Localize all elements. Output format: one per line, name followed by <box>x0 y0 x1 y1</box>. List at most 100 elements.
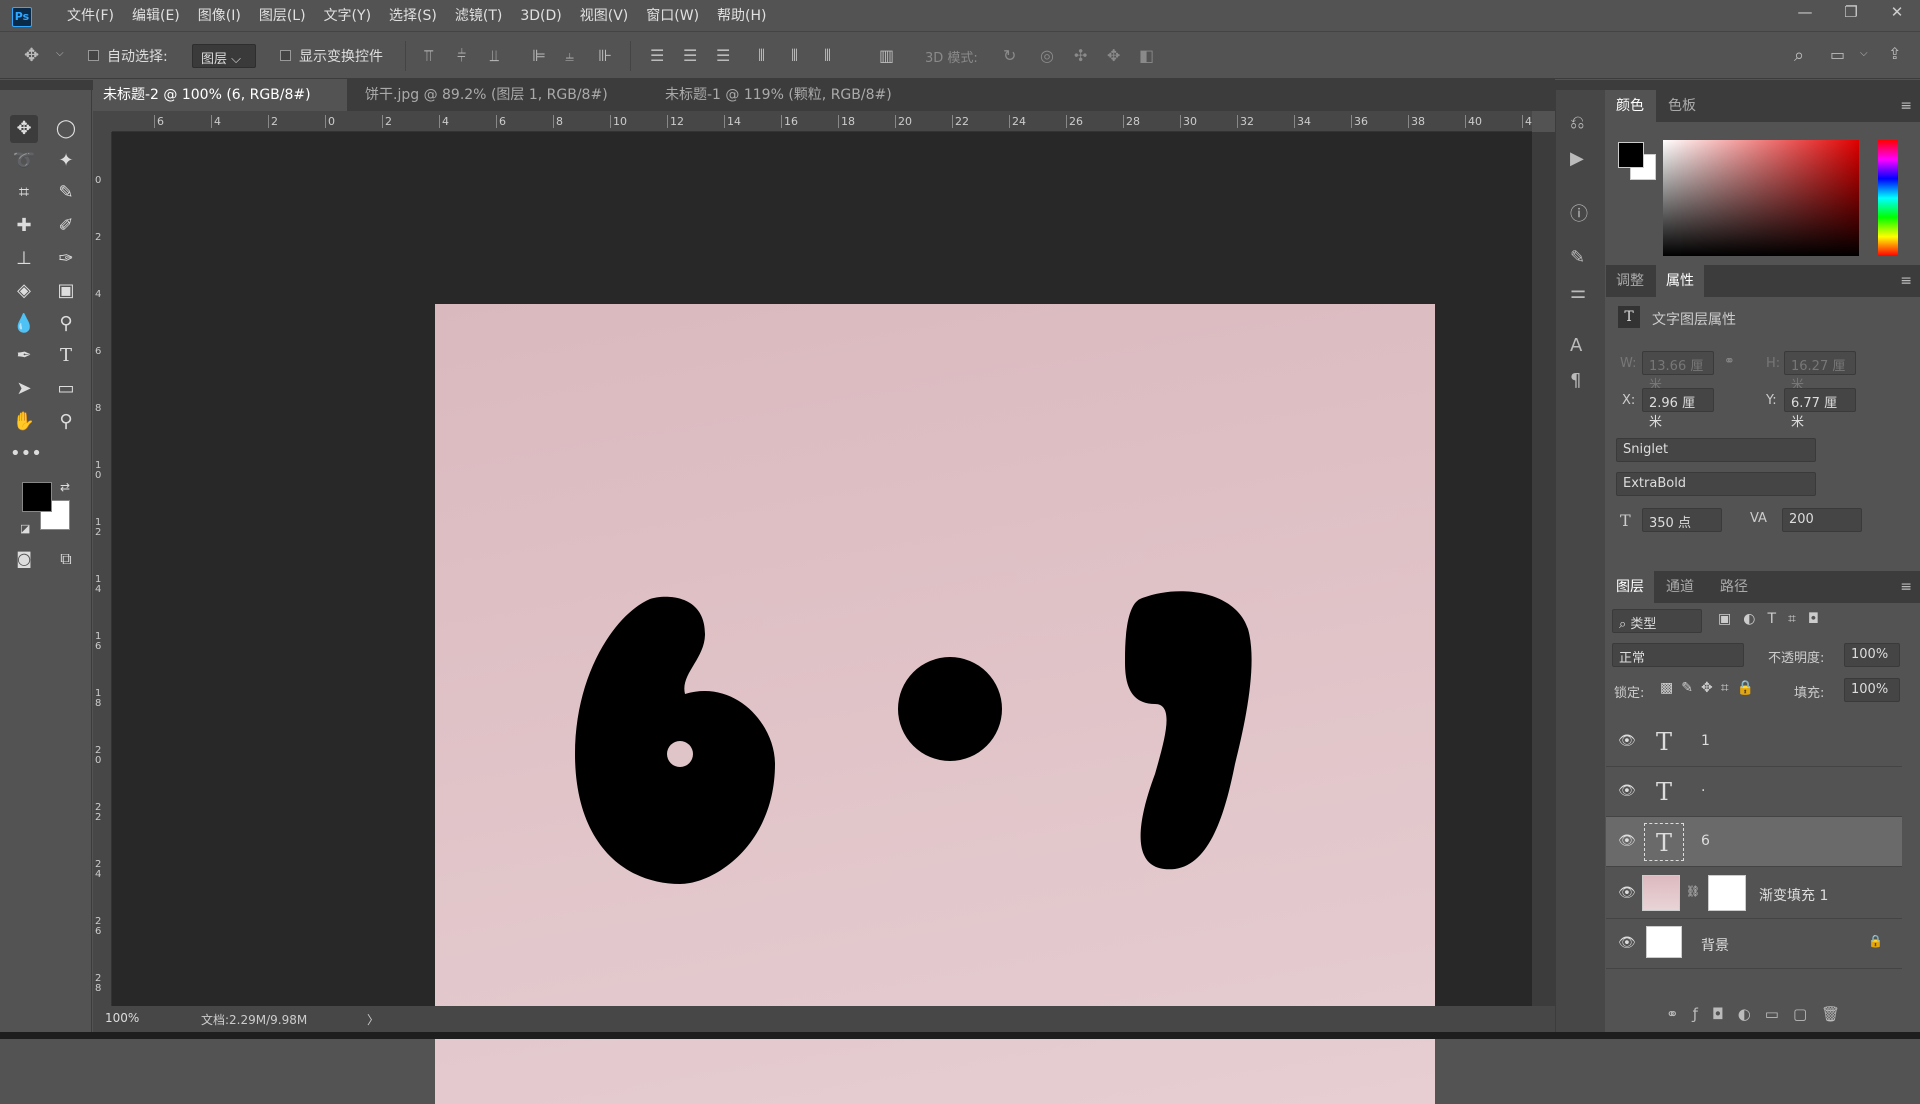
align-hcenter-icon[interactable]: ⫨ <box>565 46 574 66</box>
share-icon[interactable]: ⇪ <box>1888 44 1901 63</box>
dodge-tool-icon[interactable]: ⚲ <box>52 310 80 338</box>
distribute-top-icon[interactable]: ☰ <box>650 46 664 65</box>
tab-layers[interactable]: 图层 <box>1606 571 1654 603</box>
eraser-icon[interactable]: ◈ <box>10 277 38 305</box>
3d-roll-icon[interactable]: ◎ <box>1040 46 1054 65</box>
menu-file[interactable]: 文件(F) <box>58 0 123 32</box>
actions-play-icon[interactable]: ▶ <box>1570 148 1584 169</box>
layer-filter-icons[interactable]: ▣◐T⌗◘ <box>1718 611 1831 627</box>
layer-row-selected[interactable]: 👁 T 6 <box>1606 817 1902 867</box>
font-family-dropdown[interactable]: Sniglet <box>1616 438 1816 462</box>
align-bottom-icon[interactable]: ⫫ <box>490 46 499 66</box>
3d-rotate-icon[interactable]: ↻ <box>1003 46 1016 65</box>
quick-mask-icon[interactable]: ◙ <box>10 545 38 573</box>
marquee-tool-icon[interactable]: ◯ <box>52 115 80 143</box>
workspace-chevron-icon[interactable]: ⌵ <box>1860 48 1868 59</box>
tab-swatches[interactable]: 色板 <box>1658 90 1706 122</box>
panel-menu-icon[interactable]: ≡ <box>1900 98 1912 114</box>
default-colors-icon[interactable]: ◪ <box>20 522 30 535</box>
vertical-scrollbar[interactable] <box>1532 132 1555 1006</box>
eyedropper-icon[interactable]: ✎ <box>52 179 80 207</box>
3d-pan-icon[interactable]: ✣ <box>1074 46 1087 65</box>
layer-row[interactable]: 👁 ⛓ 渐变填充 1 <box>1606 869 1902 919</box>
gradient-tool-icon[interactable]: ▣ <box>52 277 80 305</box>
color-picker-field[interactable] <box>1663 140 1859 256</box>
layers-footer-icons[interactable]: ⚭ƒ◘◐▭▢🗑 <box>1666 1005 1854 1023</box>
menu-view[interactable]: 视图(V) <box>571 0 638 32</box>
tab-channels[interactable]: 通道 <box>1656 571 1704 603</box>
distribute-vcenter-icon[interactable]: ☰ <box>683 46 697 65</box>
screen-mode-icon[interactable]: ⧉ <box>52 545 80 573</box>
menu-image[interactable]: 图像(I) <box>189 0 250 32</box>
hue-slider[interactable] <box>1878 140 1898 256</box>
align-vcenter-icon[interactable]: ⫩ <box>457 46 466 66</box>
font-size-field[interactable]: 350 点 <box>1642 508 1722 532</box>
distribute-hcenter-icon[interactable]: ⦀ <box>791 46 798 66</box>
search-icon[interactable]: ⌕ <box>1794 45 1804 66</box>
swap-colors-icon[interactable]: ⇄ <box>60 480 70 494</box>
3d-scale-icon[interactable]: ◧ <box>1139 46 1154 65</box>
adjust-sliders-icon[interactable]: ⚌ <box>1570 282 1586 303</box>
distribute-right-icon[interactable]: ⦀ <box>824 46 831 66</box>
menu-layer[interactable]: 图层(L) <box>250 0 315 32</box>
y-field[interactable]: 6.77 厘米 <box>1784 388 1856 430</box>
history-icon[interactable]: ⎌ <box>1570 112 1584 133</box>
lock-icons[interactable]: ▩✎✥⌗🔒 <box>1660 680 1762 696</box>
hand-tool-icon[interactable]: ✋ <box>10 408 38 436</box>
link-icon[interactable]: ⚭ <box>1724 354 1735 369</box>
visibility-eye-icon[interactable]: 👁 <box>1618 935 1636 951</box>
blend-mode-dropdown[interactable]: 正常 <box>1612 643 1744 667</box>
align-right-icon[interactable]: ⊪ <box>598 46 612 65</box>
lasso-tool-icon[interactable]: ➰ <box>10 147 38 175</box>
document-canvas[interactable] <box>435 304 1435 1104</box>
foreground-color-swatch[interactable] <box>22 482 52 512</box>
type-tool-icon[interactable]: T <box>52 342 80 370</box>
tab-properties[interactable]: 属性 <box>1656 265 1704 297</box>
menu-type[interactable]: 文字(Y) <box>315 0 380 32</box>
layer-filter-dropdown[interactable]: ⌕ 类型 <box>1612 609 1702 633</box>
blur-tool-icon[interactable]: 💧 <box>10 310 38 338</box>
menu-window[interactable]: 窗口(W) <box>637 0 708 32</box>
rectangle-tool-icon[interactable]: ▭ <box>52 375 80 403</box>
tab-document-2[interactable]: 饼干.jpg @ 89.2% (图层 1, RGB/8#) *× <box>355 79 645 135</box>
visibility-eye-icon[interactable]: 👁 <box>1618 783 1636 799</box>
tab-color[interactable]: 颜色 <box>1606 90 1656 122</box>
distribute-bottom-icon[interactable]: ☰ <box>716 46 730 65</box>
move-tool-icon[interactable]: ✥ <box>24 45 39 66</box>
minimize-button[interactable]: — <box>1782 0 1828 26</box>
layer-row[interactable]: 👁 T 1 <box>1606 717 1902 767</box>
healing-brush-icon[interactable]: ✚ <box>10 212 38 240</box>
workspace-icon[interactable]: ▭ <box>1830 45 1845 64</box>
layer-row[interactable]: 👁 背景 🔒 <box>1606 919 1902 969</box>
tab-adjustments[interactable]: 调整 <box>1606 265 1654 297</box>
visibility-eye-icon[interactable]: 👁 <box>1618 885 1636 901</box>
auto-select-target-dropdown[interactable]: 图层 ⌵ <box>192 44 256 68</box>
panel-menu-icon[interactable]: ≡ <box>1900 579 1912 595</box>
menu-edit[interactable]: 编辑(E) <box>123 0 189 32</box>
align-left-icon[interactable]: ⊫ <box>532 46 546 65</box>
zoom-tool-icon[interactable]: ⚲ <box>52 408 80 436</box>
character-icon[interactable]: A <box>1570 335 1582 356</box>
layer-row[interactable]: 👁 T · <box>1606 767 1902 817</box>
pen-tool-icon[interactable]: ✒ <box>10 342 38 370</box>
magic-wand-icon[interactable]: ✦ <box>52 147 80 175</box>
3d-slide-icon[interactable]: ✥ <box>1107 46 1120 65</box>
move-tool-icon[interactable]: ✥ <box>10 115 38 143</box>
align-top-icon[interactable]: ⫪ <box>424 46 433 66</box>
menu-help[interactable]: 帮助(H) <box>708 0 775 32</box>
tab-paths[interactable]: 路径 <box>1710 571 1758 603</box>
brush-tool-icon[interactable]: ✐ <box>52 212 80 240</box>
visibility-eye-icon[interactable]: 👁 <box>1618 733 1636 749</box>
zoom-level[interactable]: 100% <box>105 1011 139 1025</box>
paragraph-icon[interactable]: ¶ <box>1570 370 1581 391</box>
auto-select-checkbox[interactable] <box>88 50 99 61</box>
x-field[interactable]: 2.96 厘米 <box>1642 388 1714 430</box>
tab-document-1[interactable]: 未标题-2 @ 100% (6, RGB/8#) *× <box>93 79 347 135</box>
tracking-field[interactable]: 200 <box>1782 508 1862 532</box>
font-style-dropdown[interactable]: ExtraBold <box>1616 472 1816 496</box>
chain-link-icon[interactable]: ⛓ <box>1686 885 1700 898</box>
fill-field[interactable]: 100% <box>1844 678 1900 702</box>
layer-mask-thumbnail[interactable] <box>1708 875 1746 911</box>
clone-stamp-icon[interactable]: ⊥ <box>10 245 38 273</box>
color-fg-swatch[interactable] <box>1618 142 1644 168</box>
